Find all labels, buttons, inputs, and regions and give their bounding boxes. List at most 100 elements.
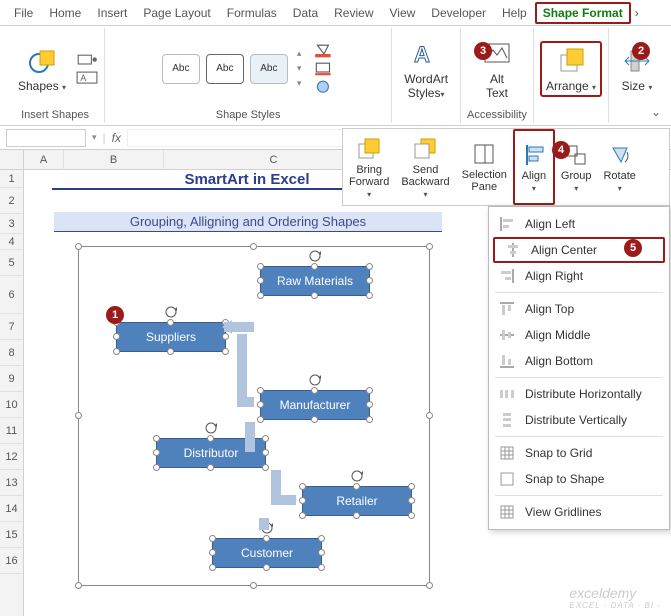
shape-customer[interactable]: Customer bbox=[212, 538, 322, 568]
tab-page-layout[interactable]: Page Layout bbox=[135, 2, 218, 24]
wordart-button[interactable]: A WordArt Styles▾ bbox=[398, 36, 454, 102]
col-header-b[interactable]: B bbox=[64, 150, 164, 170]
view-gridlines-item[interactable]: View Gridlines bbox=[489, 499, 669, 525]
shape-distributor[interactable]: Distributor bbox=[156, 438, 266, 468]
align-left-item[interactable]: Align Left bbox=[489, 211, 669, 237]
row-header-5[interactable]: 5 bbox=[0, 250, 23, 276]
tab-shape-format[interactable]: Shape Format bbox=[535, 2, 631, 24]
rotate-handle-icon[interactable] bbox=[164, 305, 178, 319]
row-header-2[interactable]: 2 bbox=[0, 188, 23, 214]
arrange-button[interactable]: Arrange ▾ bbox=[540, 41, 602, 97]
tab-developer[interactable]: Developer bbox=[423, 2, 494, 24]
ribbon-expand-icon[interactable]: ⌄ bbox=[651, 105, 661, 119]
send-backward-button[interactable]: Send Backward ▾ bbox=[395, 129, 455, 205]
row-header-1[interactable]: 1 bbox=[0, 170, 23, 188]
snap-grid-item[interactable]: Snap to Grid bbox=[489, 440, 669, 466]
distribute-h-item[interactable]: Distribute Horizontally bbox=[489, 381, 669, 407]
styles-down-icon[interactable]: ▾ bbox=[297, 63, 302, 74]
caret-icon: ▾ bbox=[440, 90, 444, 99]
distribute-v-item[interactable]: Distribute Vertically bbox=[489, 407, 669, 433]
rotate-icon bbox=[607, 142, 633, 168]
rotate-handle-icon[interactable] bbox=[204, 421, 218, 435]
group-label: Group bbox=[561, 170, 592, 182]
tab-data[interactable]: Data bbox=[285, 2, 326, 24]
menu-separator bbox=[495, 495, 663, 496]
shapes-gallery-button[interactable]: Shapes ▾ bbox=[12, 43, 72, 95]
align-middle-label: Align Middle bbox=[525, 328, 590, 342]
tab-formulas[interactable]: Formulas bbox=[219, 2, 285, 24]
group-label-blank3 bbox=[635, 109, 638, 123]
selection-pane-button[interactable]: Selection Pane bbox=[456, 129, 513, 205]
row-header-10[interactable]: 10 bbox=[0, 392, 23, 418]
align-middle-icon bbox=[499, 327, 515, 343]
group-label-blank2 bbox=[569, 109, 572, 123]
row-header-3[interactable]: 3 bbox=[0, 214, 23, 234]
row-header-9[interactable]: 9 bbox=[0, 366, 23, 392]
shape-suppliers[interactable]: Suppliers bbox=[116, 322, 226, 352]
row-header-7[interactable]: 7 bbox=[0, 314, 23, 340]
shape-raw-materials[interactable]: Raw Materials bbox=[260, 266, 370, 296]
style-preset-1[interactable]: Abc bbox=[162, 54, 200, 84]
distribute-v-label: Distribute Vertically bbox=[525, 413, 627, 427]
align-top-item[interactable]: Align Top bbox=[489, 296, 669, 322]
row-header-13[interactable]: 13 bbox=[0, 470, 23, 496]
group-arrange: Arrange ▾ bbox=[534, 28, 609, 123]
snap-shape-item[interactable]: Snap to Shape bbox=[489, 466, 669, 492]
ribbon: Shapes ▾ A Insert Shapes Abc Abc Abc ▴ ▾… bbox=[0, 26, 671, 126]
name-box-caret-icon[interactable]: ▾ bbox=[92, 132, 97, 143]
tab-insert[interactable]: Insert bbox=[89, 2, 135, 24]
style-preset-3[interactable]: Abc bbox=[250, 54, 288, 84]
styles-more-icon[interactable]: ▾ bbox=[297, 78, 302, 89]
row-header-15[interactable]: 15 bbox=[0, 522, 23, 548]
col-header-a[interactable]: A bbox=[24, 150, 64, 170]
row-header-4[interactable]: 4 bbox=[0, 234, 23, 250]
tab-overflow-icon[interactable]: › bbox=[635, 6, 639, 20]
row-header-11[interactable]: 11 bbox=[0, 418, 23, 444]
align-bottom-label: Align Bottom bbox=[525, 354, 593, 368]
rotate-handle-icon[interactable] bbox=[308, 373, 322, 387]
tab-review[interactable]: Review bbox=[326, 2, 381, 24]
styles-up-icon[interactable]: ▴ bbox=[297, 48, 302, 59]
textbox-icon[interactable]: A bbox=[76, 71, 98, 85]
bring-forward-button[interactable]: Bring Forward ▾ bbox=[343, 129, 395, 205]
group-label-blank1 bbox=[425, 109, 428, 123]
rotate-handle-icon[interactable] bbox=[308, 249, 322, 263]
shape-effects-icon[interactable] bbox=[313, 80, 335, 94]
edit-shape-icon[interactable] bbox=[76, 53, 98, 67]
svg-text:A: A bbox=[414, 42, 430, 67]
row-header-8[interactable]: 8 bbox=[0, 340, 23, 366]
row-header-6[interactable]: 6 bbox=[0, 276, 23, 314]
group-selection-frame[interactable] bbox=[78, 246, 430, 586]
badge-5: 5 bbox=[624, 239, 642, 257]
shape-outline-icon[interactable] bbox=[313, 62, 335, 76]
align-button[interactable]: Align ▾ bbox=[513, 129, 555, 205]
align-left-icon bbox=[499, 216, 515, 232]
tab-view[interactable]: View bbox=[382, 2, 424, 24]
tab-help[interactable]: Help bbox=[494, 2, 535, 24]
align-middle-item[interactable]: Align Middle bbox=[489, 322, 669, 348]
align-right-item[interactable]: Align Right bbox=[489, 263, 669, 289]
fx-label[interactable]: fx bbox=[112, 131, 121, 145]
style-preset-2[interactable]: Abc bbox=[206, 54, 244, 84]
row-header-12[interactable]: 12 bbox=[0, 444, 23, 470]
shape-retailer[interactable]: Retailer bbox=[302, 486, 412, 516]
badge-2: 2 bbox=[632, 42, 650, 60]
align-bottom-icon bbox=[499, 353, 515, 369]
rotate-button[interactable]: Rotate ▾ bbox=[597, 129, 641, 205]
row-header-16[interactable]: 16 bbox=[0, 548, 23, 574]
rotate-handle-icon[interactable] bbox=[260, 521, 274, 535]
gridlines-icon bbox=[499, 504, 515, 520]
select-all-corner[interactable] bbox=[0, 150, 24, 170]
shape-fill-icon[interactable] bbox=[313, 44, 335, 58]
align-bottom-item[interactable]: Align Bottom bbox=[489, 348, 669, 374]
row-header-14[interactable]: 14 bbox=[0, 496, 23, 522]
tab-home[interactable]: Home bbox=[41, 2, 89, 24]
snap-grid-icon bbox=[499, 445, 515, 461]
shape-manufacturer[interactable]: Manufacturer bbox=[260, 390, 370, 420]
group-wordart: A WordArt Styles▾ bbox=[392, 28, 461, 123]
name-box[interactable] bbox=[6, 129, 86, 147]
rotate-handle-icon[interactable] bbox=[350, 469, 364, 483]
tab-file[interactable]: File bbox=[6, 2, 41, 24]
group-label-insert-shapes: Insert Shapes bbox=[21, 109, 89, 123]
alt-text-label: Alt Text bbox=[486, 72, 508, 100]
